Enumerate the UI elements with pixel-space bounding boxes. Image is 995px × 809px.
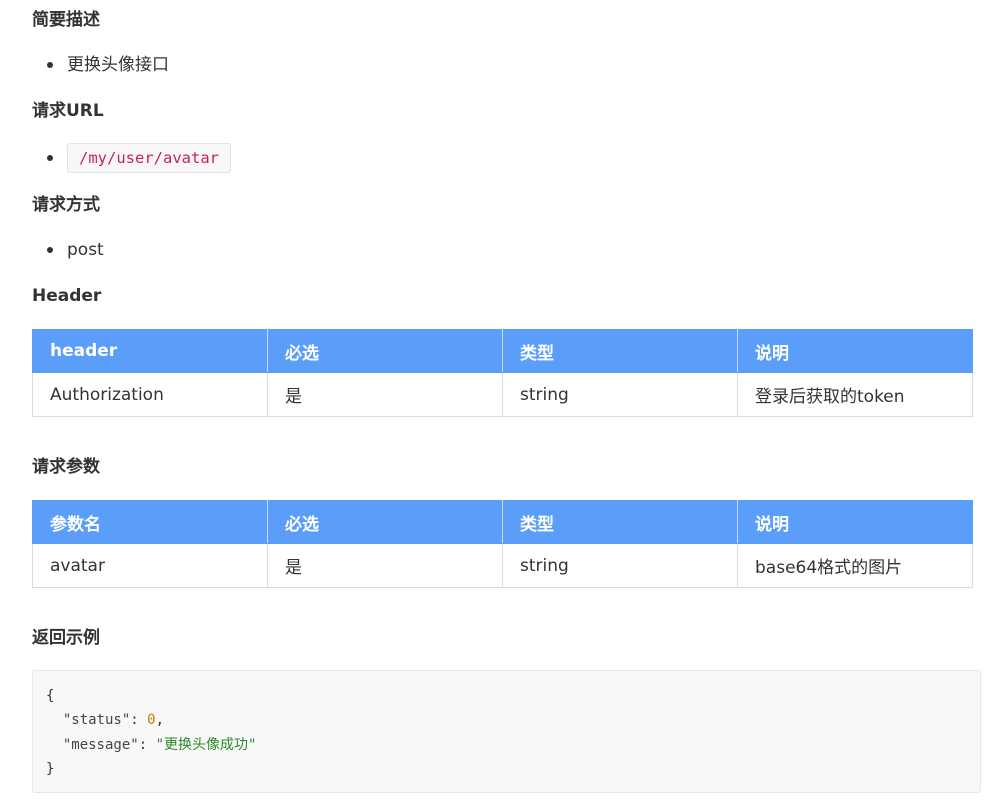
column-header: 说明 xyxy=(737,329,973,373)
list-item-description: 更换头像接口 xyxy=(67,55,169,75)
code-separator: : xyxy=(138,736,156,753)
table-cell: 是 xyxy=(267,543,503,588)
table-header-row: header 必选 类型 说明 xyxy=(32,329,973,373)
request-url-code: /my/user/avatar xyxy=(67,143,231,173)
code-key: "message" xyxy=(62,736,139,753)
column-header: 类型 xyxy=(502,329,738,373)
section-title-method: 请求方式 xyxy=(32,195,100,215)
table-row: Authorization 是 string 登录后获取的token xyxy=(32,372,973,417)
response-example-code-block[interactable]: {"status": 0, "message": "更换头像成功"} xyxy=(32,670,981,793)
table-row: avatar 是 string base64格式的图片 xyxy=(32,543,973,588)
code-string-value: "更换头像成功" xyxy=(155,736,257,753)
table-header-row: 参数名 必选 类型 说明 xyxy=(32,500,973,544)
code-trailing: , xyxy=(155,712,165,729)
section-title-header: Header xyxy=(32,286,102,306)
code-key: "status" xyxy=(62,712,131,729)
code-line: "message": "更换头像成功" xyxy=(46,733,967,757)
table-cell: base64格式的图片 xyxy=(737,543,973,588)
table-cell: 是 xyxy=(267,372,503,417)
code-line: } xyxy=(46,757,967,781)
column-header: 必选 xyxy=(267,500,503,544)
code-line: { xyxy=(46,684,967,708)
table-cell: string xyxy=(502,372,738,417)
bullet xyxy=(47,247,53,253)
params-table: 参数名 必选 类型 说明 avatar 是 string base64格式的图片 xyxy=(32,500,973,588)
code-close-brace: } xyxy=(46,760,55,777)
table-cell: avatar xyxy=(32,543,268,588)
section-title-response: 返回示例 xyxy=(32,628,100,648)
column-header: header xyxy=(32,329,268,373)
code-separator: : xyxy=(130,712,148,729)
code-number-value: 0 xyxy=(147,712,156,729)
code-open-brace: { xyxy=(46,688,55,704)
section-title-params: 请求参数 xyxy=(32,457,100,477)
code-line: "status": 0, xyxy=(46,708,967,732)
table-cell: 登录后获取的token xyxy=(737,372,973,417)
section-title-url: 请求URL xyxy=(32,101,104,121)
column-header: 必选 xyxy=(267,329,503,373)
table-cell: string xyxy=(502,543,738,588)
column-header: 类型 xyxy=(502,500,738,544)
list-item-method: post xyxy=(67,240,104,260)
table-cell: Authorization xyxy=(32,372,268,417)
bullet xyxy=(47,155,53,161)
bullet xyxy=(47,62,53,68)
section-title-description: 简要描述 xyxy=(32,10,100,30)
column-header: 参数名 xyxy=(32,500,268,544)
header-table: header 必选 类型 说明 Authorization 是 string 登… xyxy=(32,329,973,417)
column-header: 说明 xyxy=(737,500,973,544)
